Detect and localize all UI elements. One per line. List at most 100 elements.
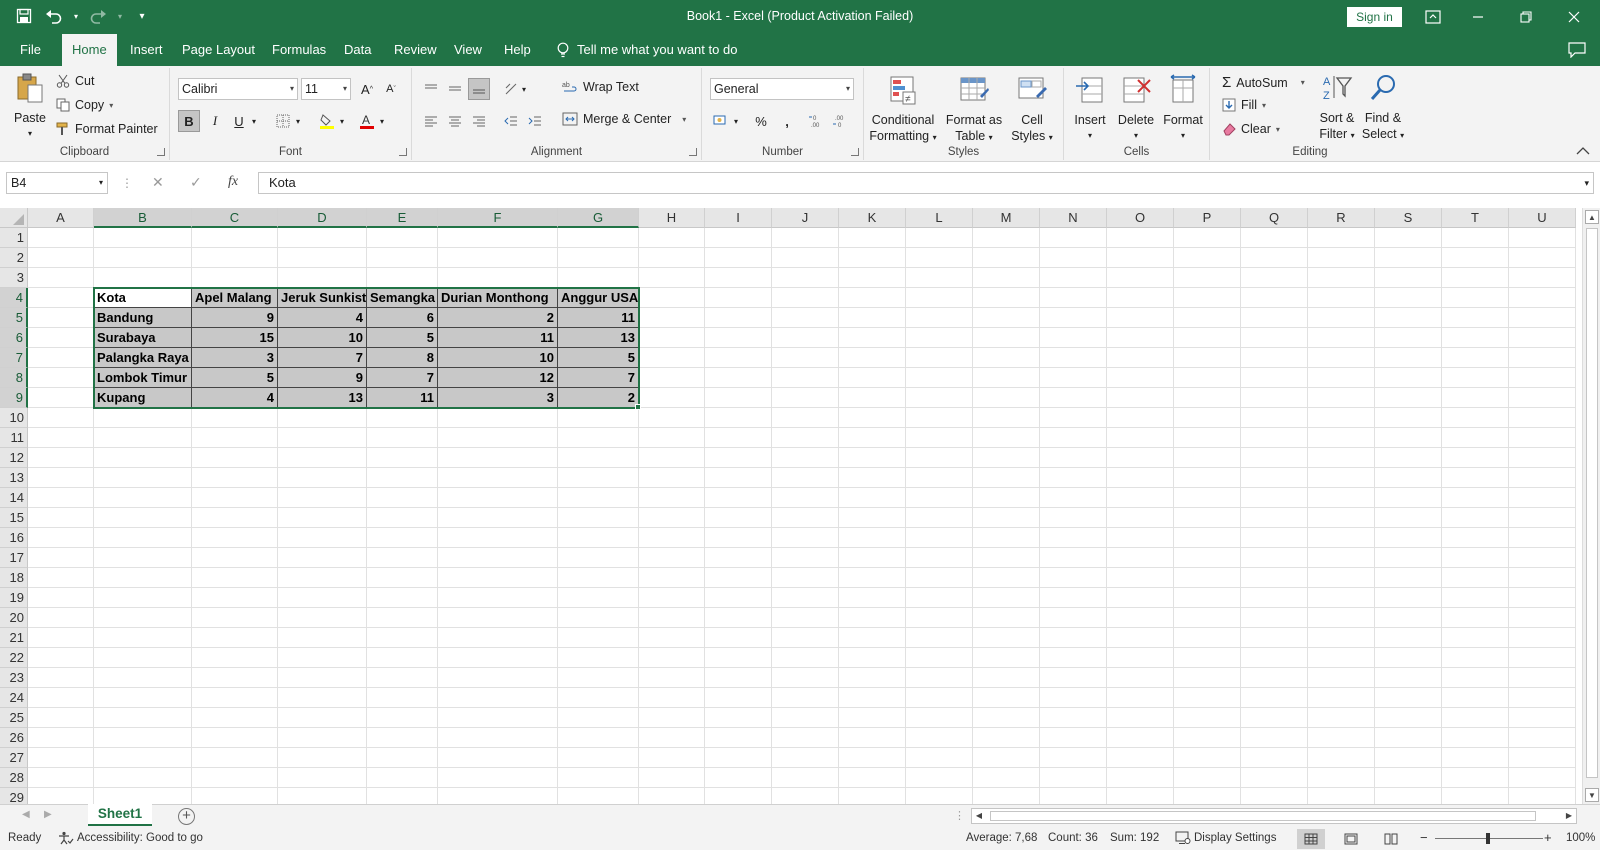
- table-cell[interactable]: 7: [278, 348, 367, 368]
- table-cell[interactable]: 8: [367, 348, 438, 368]
- enter-icon[interactable]: ✓: [190, 174, 202, 191]
- align-center-icon[interactable]: [444, 110, 466, 132]
- format-painter-button[interactable]: Format Painter: [56, 122, 158, 136]
- column-header-h[interactable]: H: [639, 208, 705, 228]
- format-as-table-button[interactable]: Format as Table ▾: [944, 74, 1004, 146]
- column-header-r[interactable]: R: [1308, 208, 1375, 228]
- scroll-left-icon[interactable]: ◀: [972, 809, 986, 823]
- sheet-next-icon[interactable]: ▶: [44, 809, 52, 820]
- tab-help[interactable]: Help: [494, 34, 541, 66]
- row-header-25[interactable]: 25: [0, 708, 28, 728]
- table-cell[interactable]: 10: [278, 328, 367, 348]
- accounting-format-icon[interactable]: [710, 110, 732, 132]
- sign-in-button[interactable]: Sign in: [1347, 7, 1402, 27]
- clipboard-launcher-icon[interactable]: [157, 148, 165, 156]
- table-cell[interactable]: 15: [192, 328, 278, 348]
- table-header-cell[interactable]: Durian Monthong: [438, 288, 558, 308]
- insert-cells-button[interactable]: Insert ▾: [1068, 74, 1112, 144]
- add-sheet-button[interactable]: +: [178, 808, 195, 825]
- tell-me-search[interactable]: Tell me what you want to do: [557, 34, 737, 66]
- table-cell[interactable]: Surabaya: [94, 328, 192, 348]
- column-header-a[interactable]: A: [28, 208, 94, 228]
- normal-view-icon[interactable]: [1297, 829, 1325, 849]
- collapse-ribbon-icon[interactable]: [1576, 145, 1590, 155]
- column-header-e[interactable]: E: [367, 208, 438, 228]
- fill-color-dropdown-icon[interactable]: ▾: [336, 110, 348, 132]
- table-header-cell[interactable]: Semangka: [367, 288, 438, 308]
- autosum-button[interactable]: Σ AutoSum ▾: [1222, 74, 1305, 91]
- table-cell[interactable]: 11: [367, 388, 438, 408]
- table-cell[interactable]: 4: [278, 308, 367, 328]
- ribbon-display-icon[interactable]: [1422, 6, 1444, 28]
- row-header-8[interactable]: 8: [0, 368, 28, 388]
- font-color-dropdown-icon[interactable]: ▾: [376, 110, 388, 132]
- column-header-c[interactable]: C: [192, 208, 278, 228]
- italic-button[interactable]: I: [204, 110, 226, 132]
- tab-review[interactable]: Review: [384, 34, 447, 66]
- comments-icon[interactable]: [1568, 42, 1586, 59]
- scroll-down-icon[interactable]: ▼: [1585, 788, 1599, 802]
- table-cell[interactable]: 6: [367, 308, 438, 328]
- table-cell[interactable]: 11: [438, 328, 558, 348]
- row-header-2[interactable]: 2: [0, 248, 28, 268]
- table-header-cell[interactable]: Apel Malang: [192, 288, 278, 308]
- table-cell[interactable]: 4: [192, 388, 278, 408]
- accessibility-status[interactable]: Accessibility: Good to go: [58, 831, 203, 845]
- row-header-1[interactable]: 1: [0, 228, 28, 248]
- merge-center-button[interactable]: Merge & Center ▾: [562, 112, 686, 126]
- table-header-cell[interactable]: Kota: [94, 288, 192, 308]
- paste-button[interactable]: Paste ▾: [8, 72, 52, 142]
- table-cell[interactable]: 11: [558, 308, 639, 328]
- column-header-l[interactable]: L: [906, 208, 973, 228]
- table-cell[interactable]: 12: [438, 368, 558, 388]
- cancel-icon[interactable]: ✕: [152, 174, 164, 191]
- column-header-u[interactable]: U: [1509, 208, 1576, 228]
- table-cell[interactable]: 10: [438, 348, 558, 368]
- fill-dropdown-icon[interactable]: ▾: [1262, 101, 1266, 110]
- restore-icon[interactable]: [1515, 6, 1537, 28]
- column-header-g[interactable]: G: [558, 208, 639, 228]
- table-cell[interactable]: 3: [438, 388, 558, 408]
- vertical-scroll-thumb[interactable]: [1586, 228, 1598, 778]
- column-header-o[interactable]: O: [1107, 208, 1174, 228]
- decrease-indent-icon[interactable]: [500, 110, 522, 132]
- formula-input[interactable]: Kota ▾: [258, 172, 1594, 194]
- row-header-16[interactable]: 16: [0, 528, 28, 548]
- merge-dropdown-icon[interactable]: ▾: [682, 115, 686, 124]
- increase-font-size-button[interactable]: A ^: [356, 78, 378, 100]
- table-cell[interactable]: 7: [558, 368, 639, 388]
- orientation-dropdown-icon[interactable]: ▾: [518, 78, 530, 100]
- fill-button[interactable]: Fill ▾: [1222, 98, 1266, 112]
- formula-bar-grip-icon[interactable]: ⋮: [121, 176, 133, 190]
- column-header-m[interactable]: M: [973, 208, 1040, 228]
- table-cell[interactable]: 3: [192, 348, 278, 368]
- bottom-align-icon[interactable]: [468, 78, 490, 100]
- row-header-18[interactable]: 18: [0, 568, 28, 588]
- font-launcher-icon[interactable]: [399, 148, 407, 156]
- tab-insert[interactable]: Insert: [120, 34, 173, 66]
- table-cell[interactable]: 2: [438, 308, 558, 328]
- expand-formula-icon[interactable]: ▾: [1584, 173, 1589, 193]
- name-box[interactable]: B4 ▾: [6, 172, 108, 194]
- table-cell[interactable]: Bandung: [94, 308, 192, 328]
- tab-home[interactable]: Home: [62, 34, 117, 67]
- percent-style-button[interactable]: %: [750, 110, 772, 132]
- table-cell[interactable]: 5: [192, 368, 278, 388]
- tab-formulas[interactable]: Formulas: [262, 34, 336, 66]
- column-header-q[interactable]: Q: [1241, 208, 1308, 228]
- row-header-22[interactable]: 22: [0, 648, 28, 668]
- horizontal-scroll-thumb[interactable]: [990, 811, 1536, 821]
- sum-status[interactable]: Sum: 192: [1110, 832, 1159, 844]
- table-cell[interactable]: 5: [367, 328, 438, 348]
- copy-button[interactable]: Copy ▾: [56, 98, 113, 112]
- table-cell[interactable]: 9: [278, 368, 367, 388]
- zoom-out-button[interactable]: −: [1420, 830, 1428, 845]
- count-status[interactable]: Count: 36: [1048, 832, 1098, 844]
- sheet-tab-sheet1[interactable]: Sheet1: [88, 804, 152, 826]
- row-header-19[interactable]: 19: [0, 588, 28, 608]
- close-icon[interactable]: [1563, 6, 1585, 28]
- borders-button[interactable]: [272, 110, 294, 132]
- paste-dropdown-icon[interactable]: ▾: [8, 126, 52, 142]
- font-name-combo[interactable]: Calibri ▾: [178, 78, 298, 100]
- page-break-view-icon[interactable]: [1377, 829, 1405, 849]
